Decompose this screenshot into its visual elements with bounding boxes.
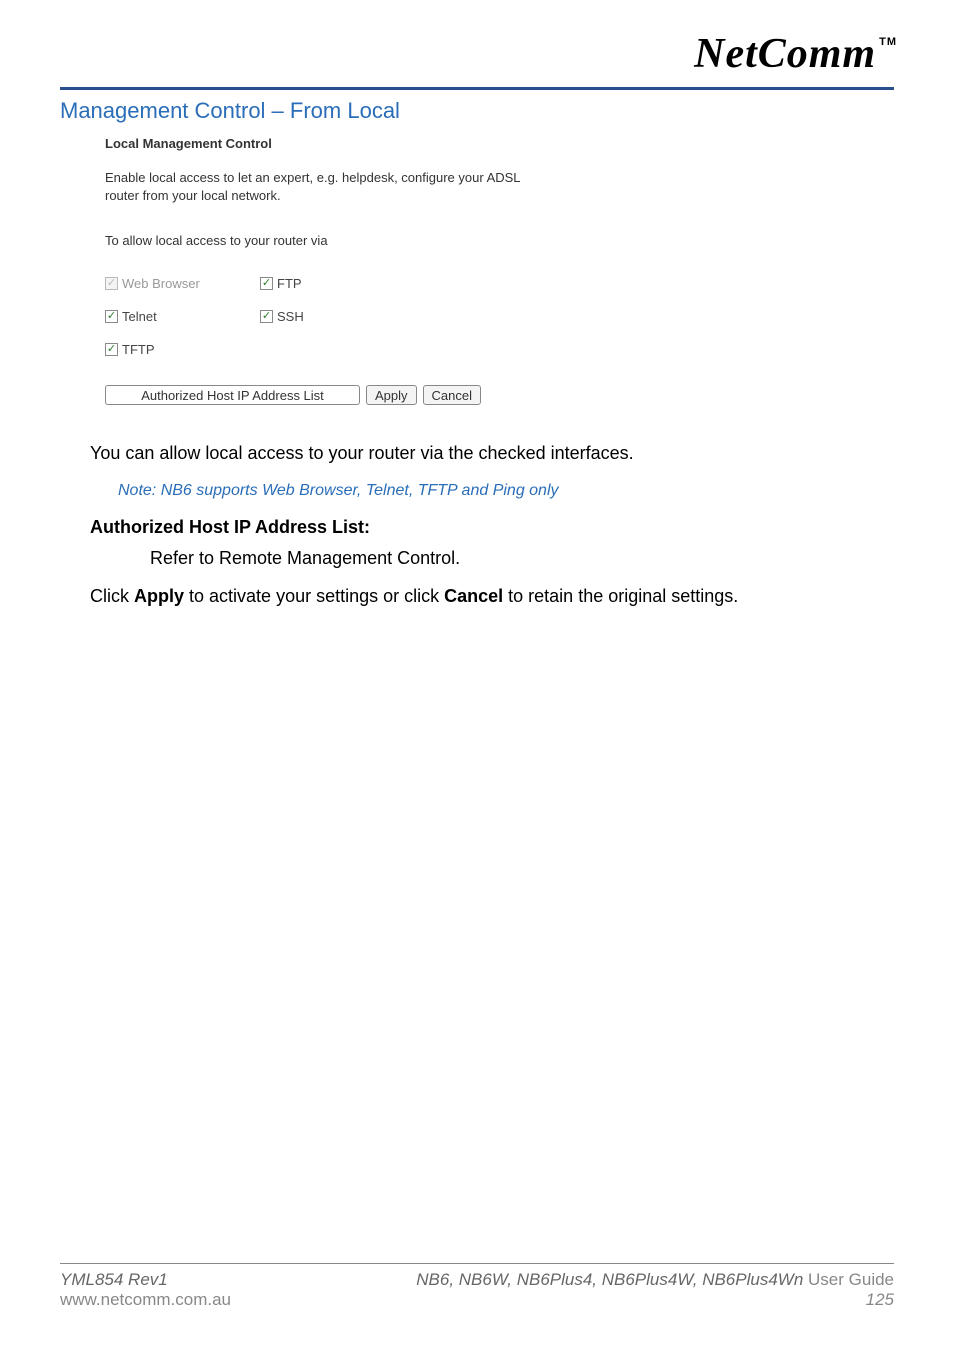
checkbox-label: TFTP bbox=[122, 342, 155, 357]
page-number: 125 bbox=[416, 1290, 894, 1310]
footer-models: NB6, NB6W, NB6Plus4, NB6Plus4W, NB6Plus4… bbox=[416, 1270, 803, 1289]
checkbox-ftp[interactable]: ✓ FTP bbox=[260, 276, 415, 291]
body-p1: You can allow local access to your route… bbox=[90, 441, 894, 465]
checkbox-label: SSH bbox=[277, 309, 304, 324]
body-content: You can allow local access to your route… bbox=[90, 441, 894, 608]
checkbox-web-browser[interactable]: ✓ Web Browser bbox=[105, 276, 260, 291]
footer-guide: User Guide bbox=[803, 1270, 894, 1289]
checkmark-icon: ✓ bbox=[105, 310, 118, 323]
page-header: NetCommTM bbox=[60, 20, 894, 90]
checkbox-telnet[interactable]: ✓ Telnet bbox=[105, 309, 260, 324]
body-note: Note: NB6 supports Web Browser, Telnet, … bbox=[118, 480, 894, 502]
checkmark-icon: ✓ bbox=[105, 343, 118, 356]
footer-url: www.netcomm.com.au bbox=[60, 1290, 231, 1310]
brand-name: NetComm bbox=[694, 31, 876, 77]
cancel-button[interactable]: Cancel bbox=[423, 385, 481, 405]
apply-button[interactable]: Apply bbox=[366, 385, 417, 405]
checkbox-label: FTP bbox=[277, 276, 302, 291]
checkmark-icon: ✓ bbox=[260, 310, 273, 323]
doc-id: YML854 Rev1 bbox=[60, 1270, 168, 1289]
brand-logo: NetCommTM bbox=[694, 30, 894, 78]
body-subheading: Authorized Host IP Address List: bbox=[90, 515, 894, 539]
checkbox-label: Telnet bbox=[122, 309, 157, 324]
screenshot-description: Enable local access to let an expert, e.… bbox=[105, 169, 545, 205]
checkmark-icon: ✓ bbox=[260, 277, 273, 290]
footer-right: NB6, NB6W, NB6Plus4, NB6Plus4W, NB6Plus4… bbox=[416, 1270, 894, 1310]
embedded-screenshot: Local Management Control Enable local ac… bbox=[105, 136, 545, 405]
section-title: Management Control – From Local bbox=[60, 98, 894, 124]
trademark-symbol: TM bbox=[879, 36, 897, 48]
screenshot-heading: Local Management Control bbox=[105, 136, 545, 151]
body-p2: Refer to Remote Management Control. bbox=[150, 546, 894, 570]
screenshot-subtext: To allow local access to your router via bbox=[105, 233, 545, 248]
button-row: Authorized Host IP Address List Apply Ca… bbox=[105, 385, 545, 405]
body-p3: Click Apply to activate your settings or… bbox=[90, 584, 894, 608]
checkbox-label: Web Browser bbox=[122, 276, 200, 291]
page-footer: YML854 Rev1 www.netcomm.com.au NB6, NB6W… bbox=[60, 1263, 894, 1310]
checkbox-grid: ✓ Web Browser ✓ FTP ✓ Telnet ✓ SSH ✓ TFT… bbox=[105, 276, 545, 357]
footer-left: YML854 Rev1 www.netcomm.com.au bbox=[60, 1270, 231, 1310]
checkbox-ssh[interactable]: ✓ SSH bbox=[260, 309, 415, 324]
authorized-host-list-button[interactable]: Authorized Host IP Address List bbox=[105, 385, 360, 405]
checkbox-tftp[interactable]: ✓ TFTP bbox=[105, 342, 260, 357]
checkmark-icon: ✓ bbox=[105, 277, 118, 290]
